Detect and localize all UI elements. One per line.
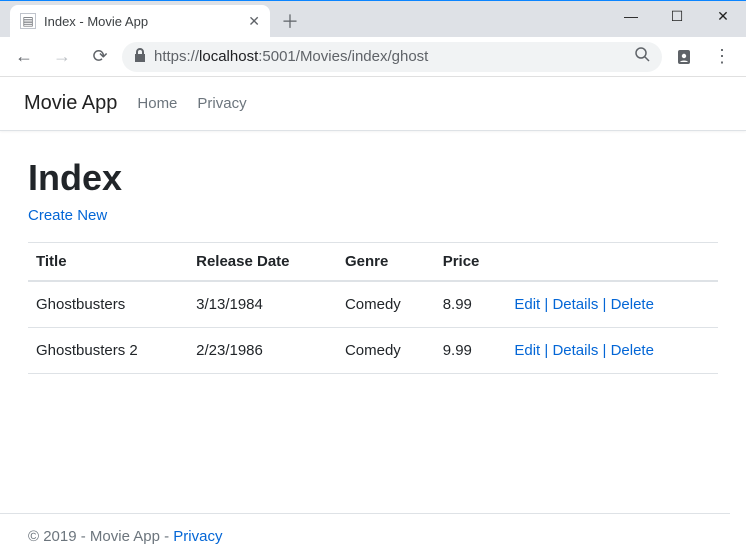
- browser-titlebar: ▤ Index - Movie App ✕ ＋ — ☐ ✕: [0, 1, 746, 37]
- col-release: Release Date: [188, 243, 337, 282]
- url-text: https://localhost:5001/Movies/index/ghos…: [154, 48, 428, 65]
- page-title: Index: [28, 157, 718, 199]
- col-price: Price: [435, 243, 507, 282]
- menu-button[interactable]: ⋮: [706, 41, 738, 73]
- close-tab-icon[interactable]: ✕: [248, 13, 260, 30]
- cell-title: Ghostbusters: [28, 281, 188, 328]
- maximize-button[interactable]: ☐: [654, 1, 700, 31]
- page-viewport: Movie App Home Privacy Index Create New …: [0, 77, 746, 559]
- footer-privacy-link[interactable]: Privacy: [173, 528, 222, 545]
- col-title: Title: [28, 243, 188, 282]
- cell-price: 8.99: [435, 281, 507, 328]
- cell-genre: Comedy: [337, 281, 435, 328]
- col-actions: [506, 243, 718, 282]
- table-header-row: Title Release Date Genre Price: [28, 243, 718, 282]
- brand[interactable]: Movie App: [24, 92, 117, 115]
- site-navbar: Movie App Home Privacy: [0, 77, 746, 131]
- edit-link[interactable]: Edit: [514, 342, 540, 359]
- back-button[interactable]: ←: [8, 41, 40, 73]
- reload-button[interactable]: ⟳: [84, 41, 116, 73]
- cell-title: Ghostbusters 2: [28, 328, 188, 374]
- edit-link[interactable]: Edit: [514, 296, 540, 313]
- cell-actions: Edit | Details | Delete: [506, 281, 718, 328]
- cell-release: 3/13/1984: [188, 281, 337, 328]
- cell-actions: Edit | Details | Delete: [506, 328, 718, 374]
- close-window-button[interactable]: ✕: [700, 1, 746, 31]
- search-icon[interactable]: [634, 46, 650, 67]
- file-icon: ▤: [20, 13, 36, 29]
- delete-link[interactable]: Delete: [611, 342, 654, 359]
- create-new-link[interactable]: Create New: [28, 207, 107, 224]
- footer: © 2019 - Movie App - Privacy: [0, 513, 730, 559]
- nav-home[interactable]: Home: [137, 95, 177, 112]
- table-row: Ghostbusters 22/23/1986Comedy9.99Edit | …: [28, 328, 718, 374]
- col-genre: Genre: [337, 243, 435, 282]
- new-tab-button[interactable]: ＋: [276, 7, 304, 35]
- table-row: Ghostbusters3/13/1984Comedy8.99Edit | De…: [28, 281, 718, 328]
- account-icon[interactable]: [668, 41, 700, 73]
- lock-icon: [134, 48, 146, 65]
- nav-privacy[interactable]: Privacy: [197, 95, 246, 112]
- footer-text: © 2019 - Movie App -: [28, 528, 173, 545]
- forward-button[interactable]: →: [46, 41, 78, 73]
- browser-toolbar: ← → ⟳ https://localhost:5001/Movies/inde…: [0, 37, 746, 77]
- minimize-button[interactable]: —: [608, 1, 654, 31]
- page-body: Index Create New Title Release Date Genr…: [0, 131, 746, 454]
- details-link[interactable]: Details: [552, 342, 598, 359]
- cell-price: 9.99: [435, 328, 507, 374]
- delete-link[interactable]: Delete: [611, 296, 654, 313]
- cell-release: 2/23/1986: [188, 328, 337, 374]
- browser-tab[interactable]: ▤ Index - Movie App ✕: [10, 5, 270, 37]
- details-link[interactable]: Details: [552, 296, 598, 313]
- movies-table: Title Release Date Genre Price Ghostbust…: [28, 242, 718, 374]
- address-bar[interactable]: https://localhost:5001/Movies/index/ghos…: [122, 42, 662, 72]
- cell-genre: Comedy: [337, 328, 435, 374]
- window-controls: — ☐ ✕: [608, 1, 746, 31]
- tab-title: Index - Movie App: [44, 14, 240, 29]
